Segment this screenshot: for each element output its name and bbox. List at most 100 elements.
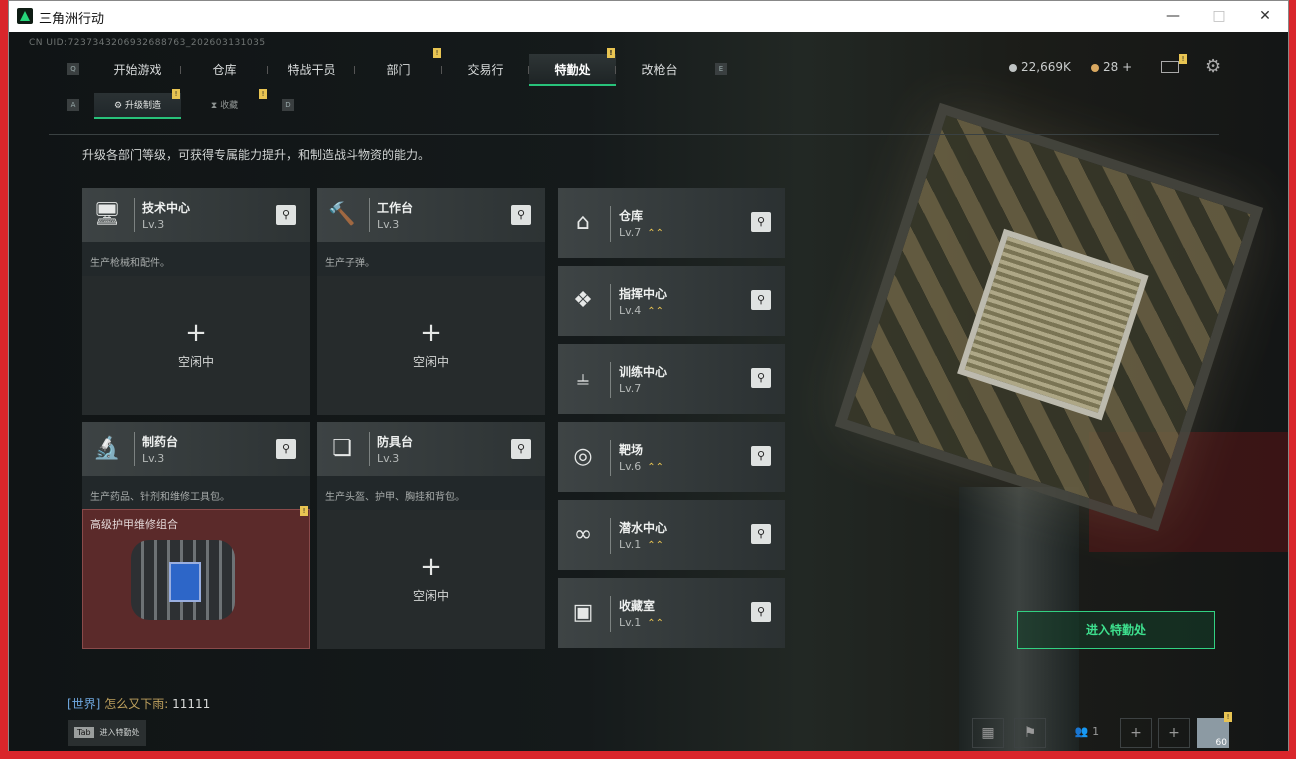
station-name: 制药台 [142, 435, 179, 449]
flag-icon[interactable]: ⚑ [1014, 718, 1046, 748]
station-header[interactable]: 🔬 制药台 Lv.3 ⚲ [82, 422, 310, 476]
facility-level-row: Lv.6 ⌃⌃ [619, 460, 664, 473]
window-title: 三角洲行动 [39, 12, 105, 27]
enter-special-ops-button[interactable]: 进入特勤处 [1017, 611, 1215, 649]
subnav-tab-badge: ! [172, 89, 180, 99]
upgrade-chevron-icon: ⌃⌃ [647, 618, 665, 629]
add-slot-1-icon[interactable]: + [1120, 718, 1152, 748]
top-nav: 开始游戏 仓库 特战干员 部门! 交易行 特勤处! 改枪台 [94, 48, 703, 86]
upgrade-chevron-icon: ⌃⌃ [647, 306, 665, 317]
facility-level-row: Lv.4 ⌃⌃ [619, 304, 664, 317]
mail-badge: ! [1179, 54, 1187, 64]
settings-gear-icon[interactable]: ⚙ [1205, 56, 1221, 77]
collection-icon: ▣ [572, 600, 594, 625]
divider [610, 362, 611, 398]
chat-text: 11111 [172, 697, 211, 711]
minimize-button[interactable]: — [1150, 1, 1196, 32]
mail-icon[interactable]: ! [1161, 54, 1187, 73]
facility-level: Lv.7 [619, 226, 642, 239]
search-button[interactable]: ⚲ [511, 439, 531, 459]
avatar[interactable]: ! 60 [1197, 712, 1232, 748]
facility-card[interactable]: ▣ 收藏室 Lv.1 ⌃⌃ ⚲ [558, 578, 785, 648]
nav-tab-6[interactable]: 特勤处! [529, 48, 616, 86]
search-button[interactable]: ⚲ [276, 439, 296, 459]
nav-tab-1[interactable]: 开始游戏 [94, 54, 181, 86]
production-slot[interactable]: + 空闲中 [82, 276, 310, 415]
divider [369, 198, 370, 232]
collection-icon: ⧗ [210, 101, 221, 111]
upgrade-chevron-icon: ⌃⌃ [647, 540, 665, 551]
nav-tab-4[interactable]: 部门! [355, 48, 442, 86]
divider [610, 596, 611, 632]
station-description: 生产头盔、护甲、胸挂和背包。 [317, 476, 545, 510]
subnav-tab-label: 升级制造 [124, 101, 161, 111]
divider [49, 134, 1219, 135]
upgrade-chevron-icon: ⌃⌃ [647, 228, 665, 239]
search-button[interactable]: ⚲ [751, 368, 771, 388]
title-bar: 三角洲行动 — □ ✕ [9, 1, 1288, 32]
search-button[interactable]: ⚲ [276, 205, 296, 225]
station-header[interactable]: 🖥 技术中心 Lv.3 ⚲ [82, 188, 310, 242]
game-viewport: CN UID:7237343206932688763_202603131035 … [9, 32, 1288, 751]
tab-hint-button[interactable]: Tab 进入特勤处 [68, 720, 146, 746]
ticket-balance[interactable]: 28 + [1091, 60, 1132, 74]
search-button[interactable]: ⚲ [751, 602, 771, 622]
search-button[interactable]: ⚲ [511, 205, 531, 225]
subnav-tab-2[interactable]: ⧗ 收藏! [181, 89, 268, 119]
friends-button[interactable]: 👥 1 [1067, 718, 1107, 748]
production-item-slot[interactable]: 高级护甲维修组合 ! [82, 506, 310, 649]
add-plus-icon: + [420, 318, 442, 348]
facility-level: Lv.4 [619, 304, 642, 317]
microscope-icon: 🔬 [93, 436, 121, 461]
search-button[interactable]: ⚲ [751, 446, 771, 466]
facility-card[interactable]: ⌂ 仓库 Lv.7 ⌃⌃ ⚲ [558, 188, 785, 258]
production-slot[interactable]: + 空闲中 [317, 276, 545, 415]
close-button[interactable]: ✕ [1242, 1, 1288, 32]
facility-name: 靶场 [619, 443, 644, 457]
facility-name: 收藏室 [619, 599, 656, 613]
station-name: 防具台 [377, 435, 414, 449]
delta-force-app-icon [17, 8, 33, 24]
add-slot-2-icon[interactable]: + [1158, 718, 1190, 748]
facility-level: Lv.6 [619, 460, 642, 473]
facility-card[interactable]: ◎ 靶场 Lv.6 ⌃⌃ ⚲ [558, 422, 785, 492]
nav-tab-7[interactable]: 改枪台 [616, 54, 703, 86]
station-header[interactable]: ❏ 防具台 Lv.3 ⚲ [317, 422, 545, 476]
add-plus-icon: + [420, 552, 442, 582]
maximize-button[interactable]: □ [1196, 1, 1242, 32]
avatar-badge: ! [1224, 712, 1232, 722]
subnav-tab-label: 收藏 [220, 101, 239, 111]
divider [369, 432, 370, 466]
search-button[interactable]: ⚲ [751, 290, 771, 310]
facility-name: 仓库 [619, 209, 644, 223]
subnav-tab-1[interactable]: ⚙ 升级制造! [94, 89, 181, 119]
coin-balance[interactable]: 22,669K [1009, 60, 1071, 74]
search-button[interactable]: ⚲ [751, 212, 771, 232]
game-window: 三角洲行动 — □ ✕ CN UID:7237343206932688763_2… [8, 0, 1289, 751]
chat-message[interactable]: [世界] 怎么又下雨: 11111 [67, 695, 210, 712]
nav-tab-badge: ! [433, 48, 441, 58]
facility-card[interactable]: ⫨ 训练中心 Lv.7 ⚲ [558, 344, 785, 414]
computer-icon: 🖥 [93, 202, 121, 227]
facility-card[interactable]: ∞ 潜水中心 Lv.1 ⌃⌃ ⚲ [558, 500, 785, 570]
subnav-key-left: A [67, 99, 79, 111]
nav-tab-5[interactable]: 交易行 [442, 54, 529, 86]
stats-chart-icon[interactable]: ▦ [972, 718, 1004, 748]
station-header[interactable]: 🔨 工作台 Lv.3 ⚲ [317, 188, 545, 242]
facility-level-row: Lv.1 ⌃⌃ [619, 538, 664, 551]
nav-tab-label: 交易行 [467, 63, 504, 77]
hammer-wrench-icon: 🔨 [328, 202, 356, 227]
nav-tab-3[interactable]: 特战干员 [268, 54, 355, 86]
facility-level: Lv.1 [619, 538, 642, 551]
nav-tab-2[interactable]: 仓库 [181, 54, 268, 86]
facility-card[interactable]: ❖ 指挥中心 Lv.4 ⌃⌃ ⚲ [558, 266, 785, 336]
station-description: 生产子弹。 [317, 242, 545, 276]
idle-status: 空闲中 [177, 355, 214, 369]
facility-level-row: Lv.7 [619, 382, 641, 395]
search-button[interactable]: ⚲ [751, 524, 771, 544]
divider [610, 284, 611, 320]
sub-nav: ⚙ 升级制造! ⧗ 收藏! [94, 89, 268, 119]
production-slot[interactable]: + 空闲中 [317, 510, 545, 649]
player-level: 60 [1215, 738, 1227, 748]
station-name: 技术中心 [142, 201, 191, 215]
